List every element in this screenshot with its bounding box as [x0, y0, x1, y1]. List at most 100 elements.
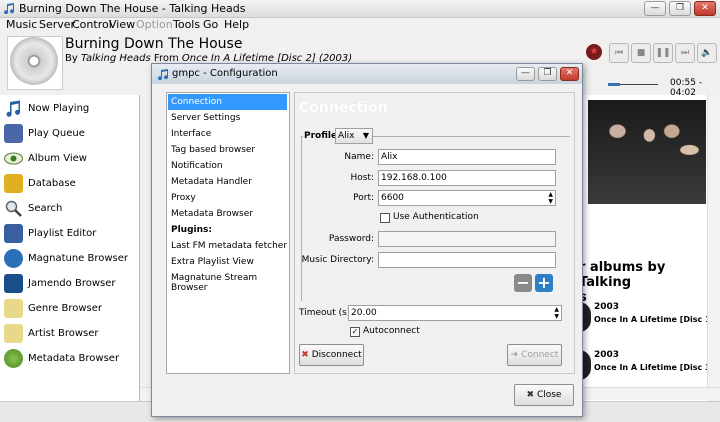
sidebar-item-magnatune[interactable]: Magnatune Browser	[0, 246, 139, 271]
password-field[interactable]	[378, 231, 556, 247]
music-directory-field[interactable]	[378, 252, 556, 268]
autoconnect-checkbox[interactable]: ✓	[350, 327, 360, 337]
menu-help[interactable]: Help	[224, 18, 249, 31]
album-name: Once In A Lifetime [Disc 1]	[594, 315, 715, 324]
artist-link[interactable]: Talking Heads	[81, 53, 151, 64]
window-titlebar: Burning Down The House - Talking Heads —…	[0, 0, 720, 18]
disconnect-icon: ✖	[301, 350, 309, 360]
sidebar-item-search[interactable]: Search	[0, 196, 139, 221]
category-metadata-browser[interactable]: Metadata Browser	[168, 206, 287, 222]
sidebar-item-playlist-editor[interactable]: Playlist Editor	[0, 221, 139, 246]
sidebar-item-label: Album View	[28, 153, 87, 164]
spin-arrows-icon[interactable]: ▲ ▼	[554, 306, 559, 320]
music-note-icon	[4, 99, 23, 118]
timeout-label: Timeout (s):	[299, 308, 354, 318]
sidebar-item-now-playing[interactable]: Now Playing	[0, 96, 139, 121]
sidebar-item-label: Metadata Browser	[28, 353, 120, 364]
artist-photo	[588, 100, 706, 204]
connect-icon: ➜	[510, 350, 519, 360]
minimize-button[interactable]: —	[644, 1, 666, 16]
sidebar-item-label: Play Queue	[28, 128, 85, 139]
dialog-close-icon[interactable]: ✕	[560, 67, 579, 81]
vertical-scrollbar[interactable]	[707, 95, 720, 387]
volume-button[interactable]: 🔈	[697, 43, 717, 63]
stop-button[interactable]: ■	[631, 43, 651, 63]
sidebar-item-label: Now Playing	[28, 103, 90, 114]
host-label: Host:	[350, 173, 374, 183]
category-proxy[interactable]: Proxy	[168, 190, 287, 206]
music-note-icon	[157, 68, 169, 81]
sidebar-item-label: Genre Browser	[28, 303, 102, 314]
sidebar-item-album-view[interactable]: Album View	[0, 146, 139, 171]
pause-button[interactable]: ❚❚	[653, 43, 673, 63]
dialog-restore-button[interactable]: ❐	[538, 67, 557, 81]
menu-option[interactable]: Option	[136, 18, 173, 31]
section-heading: Connection	[299, 100, 388, 116]
profile-select[interactable]: Alix ▼	[335, 128, 373, 144]
spin-arrows-icon[interactable]: ▲ ▼	[548, 191, 553, 205]
name-field[interactable]: Alix	[378, 149, 556, 165]
add-profile-button[interactable]: +	[535, 274, 553, 292]
restore-button[interactable]: ❐	[669, 1, 691, 16]
category-connection[interactable]: Connection	[168, 94, 287, 110]
seek-bar[interactable]	[608, 83, 658, 86]
menu-go[interactable]: Go	[203, 18, 218, 31]
eye-icon	[4, 149, 23, 168]
favorite-star-icon[interactable]: ★	[586, 44, 602, 60]
port-label: Port:	[353, 193, 374, 203]
other-albums-heading: r albums by Talking s	[579, 260, 666, 305]
category-magnatune-stream[interactable]: Magnatune Stream Browser	[168, 270, 287, 293]
music-dir-label: Music Directory:	[301, 255, 374, 265]
autoconnect-label: Autoconnect	[363, 326, 420, 336]
sidebar-item-jamendo[interactable]: Jamendo Browser	[0, 271, 139, 296]
tag-icon	[4, 299, 23, 318]
disconnect-button[interactable]: ✖ Disconnect	[299, 344, 364, 366]
timeout-spinner[interactable]: 20.00 ▲ ▼	[348, 305, 562, 321]
menu-music[interactable]: Music	[6, 18, 37, 31]
category-notification[interactable]: Notification	[168, 158, 287, 174]
window-title: Burning Down The House - Talking Heads	[19, 2, 246, 15]
connect-button[interactable]: ➜ Connect	[507, 344, 562, 366]
previous-button[interactable]: ⏮	[609, 43, 629, 63]
category-plugins-header: Plugins:	[171, 225, 212, 235]
dropdown-arrow-icon: ▼	[362, 131, 369, 140]
category-lastfm[interactable]: Last FM metadata fetcher	[168, 238, 287, 254]
jamendo-icon	[4, 274, 23, 293]
sidebar-item-label: Database	[28, 178, 76, 189]
music-note-icon	[3, 2, 15, 15]
category-interface[interactable]: Interface	[168, 126, 287, 142]
port-spinner[interactable]: 6600 ▲ ▼	[378, 190, 556, 206]
sidebar-item-metadata[interactable]: Metadata Browser	[0, 346, 139, 371]
category-list: Connection Server Settings Interface Tag…	[166, 92, 290, 374]
album-entry[interactable]: 2003 Once In A Lifetime [Disc 3]	[579, 348, 714, 382]
album-year: 2003	[594, 302, 620, 312]
playlist-icon	[4, 124, 23, 143]
category-server-settings[interactable]: Server Settings	[168, 110, 287, 126]
close-button[interactable]: ✖ Close	[514, 384, 574, 406]
close-window-button[interactable]: ✕	[694, 1, 716, 16]
sidebar-item-database[interactable]: Database	[0, 171, 139, 196]
sidebar-item-play-queue[interactable]: Play Queue	[0, 121, 139, 146]
use-auth-label: Use Authentication	[393, 212, 479, 222]
menu-view[interactable]: View	[109, 18, 135, 31]
sidebar-item-genre[interactable]: Genre Browser	[0, 296, 139, 321]
use-auth-checkbox[interactable]	[380, 213, 390, 223]
close-x-icon: ✖	[526, 390, 535, 400]
host-field[interactable]: 192.168.0.100	[378, 170, 556, 186]
category-extra-playlist[interactable]: Extra Playlist View	[168, 254, 287, 270]
sidebar-item-label: Magnatune Browser	[28, 253, 129, 264]
sidebar-item-artist[interactable]: Artist Browser	[0, 321, 139, 346]
password-label: Password:	[328, 234, 374, 244]
album-entry[interactable]: 2003 Once In A Lifetime [Disc 1]	[579, 300, 714, 334]
dialog-titlebar: gmpc - Configuration — ❐ ✕	[152, 64, 582, 84]
category-tag-browser[interactable]: Tag based browser	[168, 142, 287, 158]
menu-server[interactable]: Server	[39, 18, 75, 31]
next-button[interactable]: ⏭	[675, 43, 695, 63]
category-metadata-handler[interactable]: Metadata Handler	[168, 174, 287, 190]
menu-tools[interactable]: Tools	[173, 18, 200, 31]
menu-control[interactable]: Control	[72, 18, 112, 31]
dialog-minimize-button[interactable]: —	[516, 67, 535, 81]
remove-profile-button[interactable]: −	[514, 274, 532, 292]
name-label: Name:	[344, 152, 374, 162]
sidebar: Now Playing Play Queue Album View Databa…	[0, 95, 140, 401]
